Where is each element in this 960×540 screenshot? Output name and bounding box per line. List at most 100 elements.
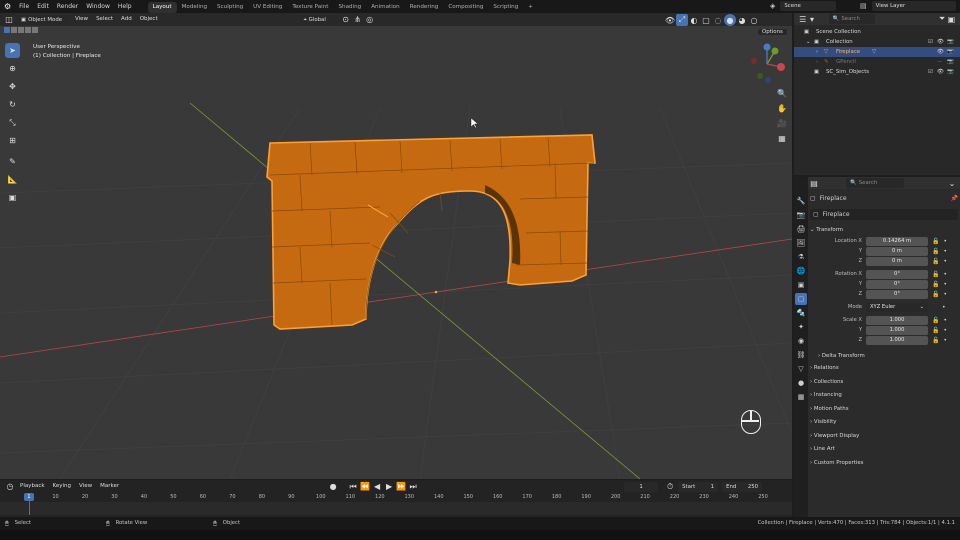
sim-eye-icon[interactable]: 👁 [937,67,944,77]
collection-checkbox-icon[interactable]: ☑ [928,37,933,47]
move-tool-icon[interactable]: ✥ [5,79,20,94]
tab-uv-editing[interactable]: UV Editing [248,2,287,13]
properties-editor-icon[interactable]: ▤ [808,177,820,189]
render-tab-icon[interactable]: 📷 [795,209,807,221]
fireplace-camera-icon[interactable]: 📷 [947,47,954,57]
object-mode-dropdown[interactable]: ▣ Object Mode [17,14,69,25]
world-tab-icon[interactable]: 🌐 [795,265,807,277]
outliner-search-input[interactable]: 🔍 Search [828,14,876,24]
menu-window[interactable]: Window [82,0,114,13]
location-y-field[interactable]: 0 m [866,246,928,256]
timeline-ruler[interactable]: 1 10 20 30 40 50 60 70 80 90 100 110 120 130 140 150 160… [0,480,792,517]
3d-viewport[interactable]: ◫ ▣ Object Mode View Select Add Object ⌖… [0,13,792,479]
keyframe-scale-z-icon[interactable]: • [943,337,947,344]
add-cube-tool-icon[interactable]: ▣ [5,190,20,205]
fireplace-expand-icon[interactable]: › [816,47,818,57]
rotation-x-field[interactable]: 0° [866,269,928,279]
select-intersect-icon[interactable] [32,27,38,33]
fireplace-object[interactable] [266,134,596,330]
outliner-row-fireplace[interactable]: › ▽ Fireplace ▽ 👁 📷 [794,47,960,57]
menu-object[interactable]: Object [136,13,162,26]
keyframe-location-z-icon[interactable]: • [943,258,947,265]
rotate-tool-icon[interactable]: ↻ [5,97,20,112]
particles-tab-icon[interactable]: ✦ [795,321,807,333]
object-tab-icon[interactable]: ▢ [795,293,807,305]
lock-rotation-y-icon[interactable]: 🔓 [932,281,939,288]
tab-layout[interactable]: Layout [147,1,177,13]
sim-checkbox-icon[interactable]: ☑ [928,67,933,77]
measure-tool-icon[interactable]: 📐 [5,172,20,187]
visibility-panel-header[interactable]: › Visibility [810,416,958,430]
orientation-dropdown[interactable]: ⌖ Global [299,14,338,25]
rendered-shading-icon[interactable]: ○ [748,14,760,26]
tab-compositing[interactable]: Compositing [443,2,488,13]
gpencil-camera-icon[interactable]: 📷 [947,57,954,67]
editor-type-icon[interactable]: ◫ [3,14,15,26]
lock-scale-z-icon[interactable]: 🔓 [932,337,939,344]
outliner-editor-icon[interactable]: ☰ [798,13,807,25]
scale-x-field[interactable]: 1.000 [866,315,928,325]
scene-field[interactable]: Scene [780,1,837,11]
gpencil-eye-icon[interactable]: — [937,57,942,67]
scene-tab-icon[interactable]: ⚗ [795,251,807,263]
scale-z-field[interactable]: 1.000 [866,335,928,345]
add-workspace-icon[interactable]: + [523,2,538,13]
overlays-icon[interactable]: ◐ [688,14,700,26]
lock-location-y-icon[interactable]: 🔓 [932,248,939,255]
properties-options-icon[interactable]: ⌄ [946,177,958,189]
texture-tab-icon[interactable]: ▦ [795,391,807,403]
select-extend-icon[interactable] [11,27,17,33]
outliner-row-collection[interactable]: ⌄ ▣ Collection ☑ 👁 📷 [794,37,960,47]
keyframe-location-y-icon[interactable]: • [943,248,947,255]
select-box-tool-icon[interactable]: ➤ [5,43,20,58]
options-dropdown[interactable]: Options [756,27,789,37]
menu-file[interactable]: File [15,0,33,13]
timeline-track[interactable] [0,502,792,515]
lock-rotation-z-icon[interactable]: 🔓 [932,291,939,298]
annotate-tool-icon[interactable]: ✎ [5,154,20,169]
data-tab-icon[interactable]: ▽ [795,363,807,375]
select-new-icon[interactable] [4,27,10,33]
collection-tab-icon[interactable]: ▣ [795,279,807,291]
scale-y-field[interactable]: 1.000 [866,325,928,335]
pan-hand-icon[interactable]: ✋ [776,102,788,114]
navigation-gizmo[interactable] [746,43,788,85]
menu-help[interactable]: Help [114,0,136,13]
filter-icon[interactable]: ⏷ [937,13,946,25]
pivot-icon[interactable]: ⊙ [340,14,352,26]
delta-transform-header[interactable]: › Delta Transform [810,350,958,362]
output-tab-icon[interactable]: 🖨 [795,223,807,235]
tab-sculpting[interactable]: Sculpting [212,2,248,13]
keyframe-location-x-icon[interactable]: • [943,238,947,245]
keyframe-rotation-y-icon[interactable]: • [943,281,947,288]
menu-render[interactable]: Render [53,0,82,13]
new-collection-icon[interactable]: ▣ [947,13,956,25]
display-mode-icon[interactable]: ▾ [807,13,816,25]
tab-rendering[interactable]: Rendering [405,2,444,13]
snap-icon[interactable]: ⋔ [352,14,364,26]
collections-panel-header[interactable]: › Collections [810,376,958,390]
outliner-row-scene-collection[interactable]: ▣ Scene Collection [794,27,960,37]
properties-search-input[interactable]: 🔍 Search [846,178,904,188]
lock-location-x-icon[interactable]: 🔓 [932,238,939,245]
gpencil-expand-icon[interactable]: › [816,57,818,67]
camera-view-icon[interactable]: 🎥 [776,117,788,129]
scene-selector[interactable]: ◈ Scene [770,1,838,11]
tab-texture-paint[interactable]: Texture Paint [287,2,333,13]
cursor-tool-icon[interactable]: ⊕ [5,61,20,76]
menu-add[interactable]: Add [117,13,136,26]
view-layer-selector[interactable]: ▤ View Layer [860,1,958,11]
select-subtract-icon[interactable] [18,27,24,33]
sim-camera-icon[interactable]: 📷 [947,67,954,77]
constraints-tab-icon[interactable]: ⛓ [795,349,807,361]
location-z-field[interactable]: 0 m [866,256,928,266]
fireplace-eye-icon[interactable]: 👁 [937,47,944,57]
menu-edit[interactable]: Edit [33,0,53,13]
transform-panel-header[interactable]: ⌄ Transform [810,224,958,236]
collection-eye-icon[interactable]: 👁 [937,37,944,47]
xray-icon[interactable]: ▢ [700,14,712,26]
rotation-z-field[interactable]: 0° [866,289,928,299]
material-shading-icon[interactable]: ◕ [736,14,748,26]
wireframe-shading-icon[interactable]: ◌ [712,14,724,26]
object-datablock-field[interactable]: ▢ Fireplace [810,209,958,220]
